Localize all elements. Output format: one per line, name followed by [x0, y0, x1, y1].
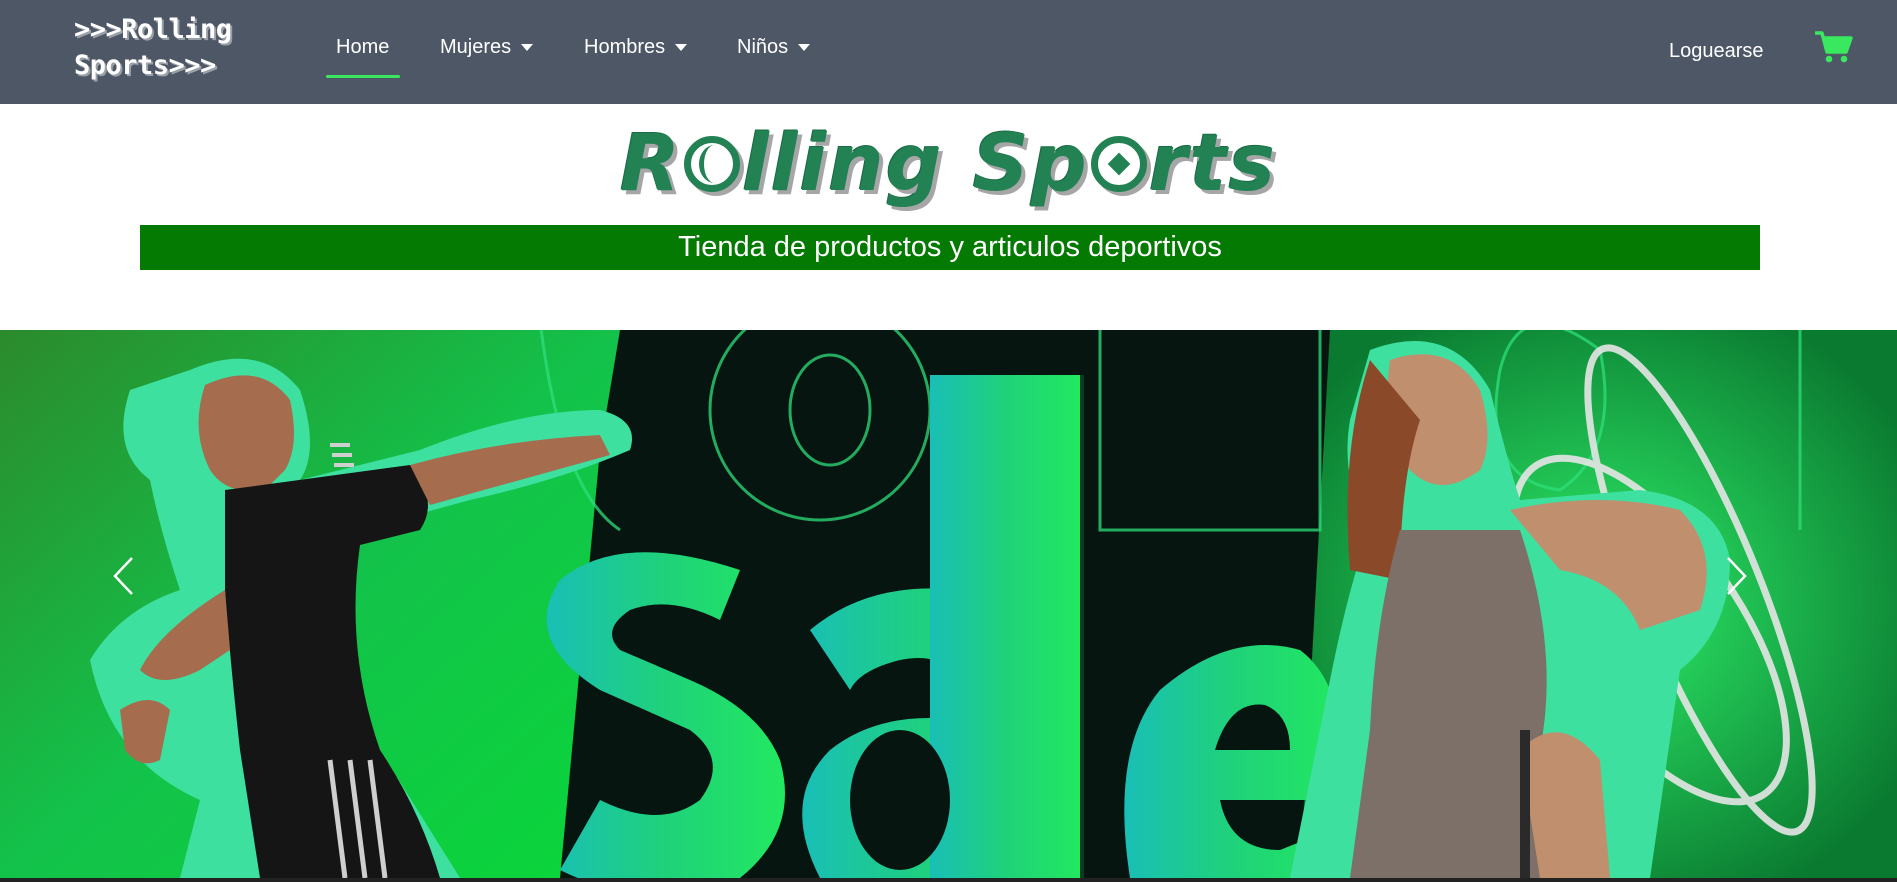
- carousel-slide-image: [0, 330, 1897, 878]
- site-header: R lling Sp rts: [0, 104, 1897, 224]
- nav-item-ninos[interactable]: Niños: [737, 36, 811, 59]
- hero-carousel[interactable]: [0, 330, 1897, 878]
- top-navbar: >>>Rolling Sports>>> Home Mujeres Hombre…: [0, 0, 1897, 104]
- caret-down-icon: [521, 44, 534, 51]
- tagline-text: Tienda de productos y articulos deportiv…: [678, 231, 1222, 263]
- brand-line-2: Sports>>>: [74, 50, 216, 81]
- nav-item-label: Hombres: [584, 36, 666, 58]
- brand-logo[interactable]: >>>Rolling Sports>>>: [74, 12, 254, 84]
- nav-item-home[interactable]: Home: [336, 36, 389, 59]
- carousel-prev-button[interactable]: [112, 556, 172, 646]
- login-link[interactable]: Loguearse: [1669, 40, 1764, 63]
- caret-down-icon: [798, 44, 811, 51]
- nav-item-label: Home: [336, 36, 390, 58]
- shopping-cart-icon[interactable]: [1815, 30, 1853, 64]
- active-tab-indicator: [326, 75, 400, 78]
- chevron-right-icon: [1727, 557, 1747, 595]
- tennis-ball-icon: [684, 136, 741, 192]
- logo-text-start: R: [620, 119, 683, 209]
- caret-down-icon: [675, 44, 688, 51]
- tagline-banner: Tienda de productos y articulos deportiv…: [140, 225, 1760, 270]
- nav-item-mujeres[interactable]: Mujeres: [440, 36, 534, 59]
- soccer-ball-icon: [1090, 136, 1147, 192]
- site-logo: R lling Sp rts: [620, 119, 1277, 209]
- logo-text-end: rts: [1148, 119, 1277, 209]
- nav-item-label: Niños: [737, 36, 789, 58]
- nav-item-hombres[interactable]: Hombres: [584, 36, 688, 59]
- page-bottom-border: [0, 878, 1897, 882]
- carousel-next-button[interactable]: [1726, 556, 1786, 646]
- nav-item-label: Mujeres: [440, 36, 512, 58]
- logo-text-middle: lling Sp: [742, 119, 1089, 209]
- chevron-left-icon: [113, 557, 133, 595]
- brand-line-1: >>>Rolling: [74, 14, 232, 45]
